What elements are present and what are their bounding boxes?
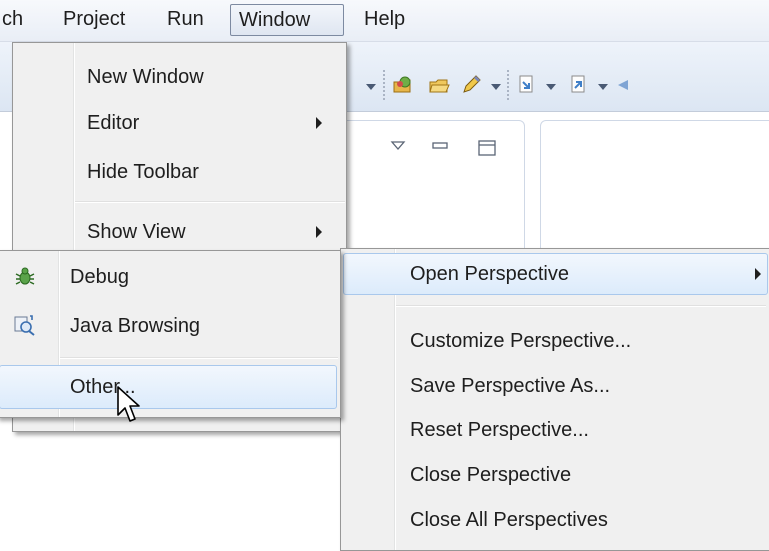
menu-separator — [396, 305, 766, 307]
dropdown-arrow-icon[interactable] — [491, 84, 501, 90]
back-arrow-icon[interactable] — [614, 74, 636, 96]
maximize-icon[interactable] — [477, 139, 497, 157]
minimize-icon[interactable] — [432, 142, 448, 150]
open-folder-icon[interactable] — [428, 74, 450, 96]
menu-search[interactable]: ch — [0, 4, 31, 36]
menu-separator — [75, 201, 345, 203]
menu-item-hide-toolbar[interactable]: Hide Toolbar — [87, 153, 199, 191]
menu-bar: ch Project Run Window Help — [0, 0, 769, 42]
view-menu-icon[interactable] — [390, 140, 406, 152]
editor-pane — [540, 120, 769, 250]
open-perspective-submenu: Debug Java Browsing Other... — [0, 250, 341, 418]
toolbar-separator — [507, 70, 509, 100]
java-browsing-icon — [14, 315, 35, 336]
menu-item-show-view[interactable]: Show View — [87, 213, 186, 251]
submenu-arrow-icon — [316, 226, 322, 238]
submenu-arrow-icon — [755, 268, 761, 280]
menu-item-save-perspective-as[interactable]: Save Perspective As... — [410, 367, 610, 405]
dropdown-arrow-icon[interactable] — [598, 84, 608, 90]
edit-pencil-icon[interactable] — [460, 74, 482, 96]
perspective-menu: Open Perspective Customize Perspective..… — [340, 248, 769, 551]
menu-item-close-perspective[interactable]: Close Perspective — [410, 456, 571, 494]
menu-help[interactable]: Help — [356, 4, 413, 36]
menu-item-new-window[interactable]: New Window — [87, 58, 204, 96]
menu-item-java-browsing[interactable]: Java Browsing — [70, 307, 200, 345]
menu-item-customize-perspective[interactable]: Customize Perspective... — [410, 322, 631, 360]
mouse-pointer-icon — [117, 386, 140, 422]
menu-item-reset-perspective[interactable]: Reset Perspective... — [410, 411, 589, 449]
menu-run[interactable]: Run — [159, 4, 212, 36]
dropdown-arrow-icon[interactable] — [546, 84, 556, 90]
menu-item-highlight — [0, 365, 337, 409]
menu-item-open-perspective[interactable]: Open Perspective — [410, 255, 569, 293]
menu-window[interactable]: Window — [230, 4, 344, 36]
menu-project[interactable]: Project — [55, 4, 133, 36]
next-annotation-icon[interactable] — [516, 74, 538, 96]
previous-annotation-icon[interactable] — [568, 74, 590, 96]
toolbar-separator — [383, 70, 385, 100]
dropdown-arrow-icon[interactable] — [366, 84, 376, 90]
debug-bug-icon — [15, 267, 35, 285]
open-project-icon[interactable] — [392, 74, 414, 96]
menu-item-debug[interactable]: Debug — [70, 258, 129, 296]
menu-separator — [60, 357, 338, 359]
menu-item-close-all-perspectives[interactable]: Close All Perspectives — [410, 501, 608, 539]
submenu-arrow-icon — [316, 117, 322, 129]
menu-item-editor[interactable]: Editor — [87, 104, 139, 142]
